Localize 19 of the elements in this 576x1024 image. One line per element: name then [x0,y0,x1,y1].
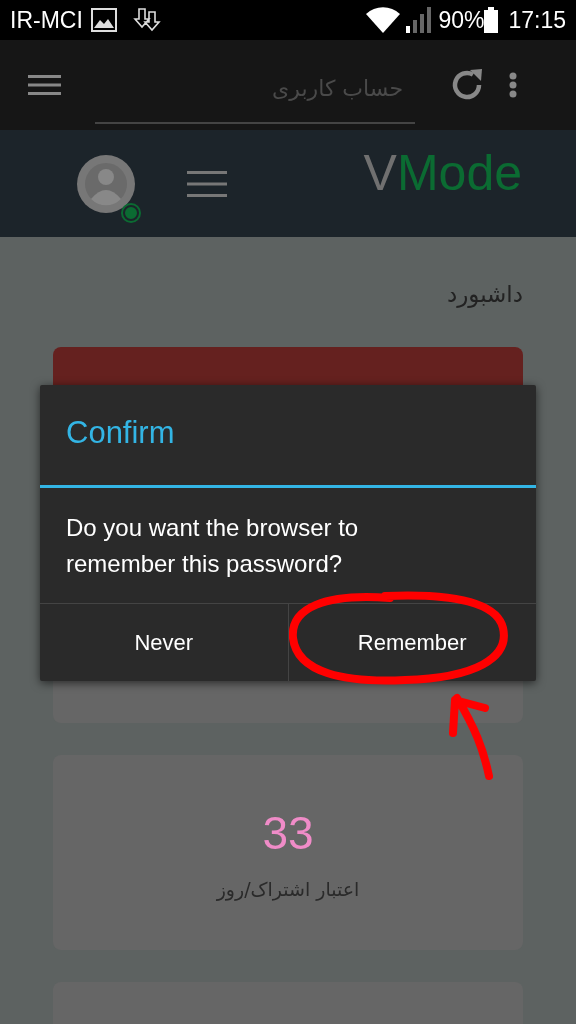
dialog-message: Do you want the browser to remember this password? [65,513,360,579]
wifi-icon [366,7,401,33]
dialog-button[interactable]: Remember [287,604,536,681]
dialog-title: Confirm [40,385,536,488]
dialog-button[interactable]: Never [40,604,288,681]
image-icon [90,8,117,32]
page-title: داشبورد [445,281,523,307]
download-icon [132,7,163,33]
battery-percent: 90% [438,6,485,34]
battery-icon [484,7,499,33]
signal-icon [406,7,433,33]
stat-label: اعتبار اشتراک/روز [216,877,360,900]
avatar-icon[interactable] [77,154,135,213]
clock-time: 17:15 [508,6,566,34]
stat-value: 33 [262,805,314,860]
more-icon[interactable] [509,72,517,98]
menu-icon[interactable] [187,170,227,197]
menu-icon[interactable] [28,75,61,95]
carrier-name: IR-MCI [10,6,83,34]
